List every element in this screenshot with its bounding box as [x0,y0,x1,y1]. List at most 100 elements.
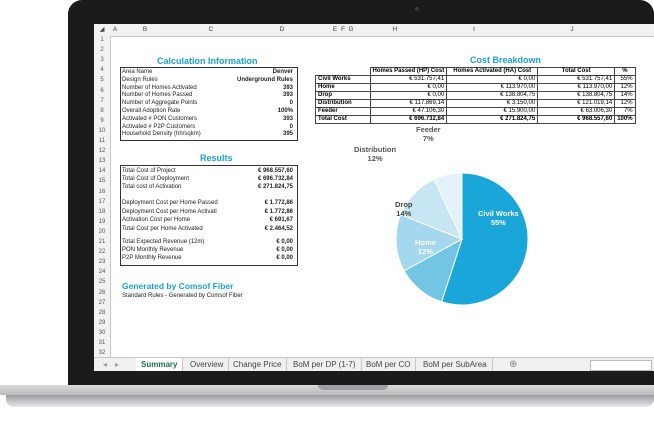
select-all-corner[interactable]: ◢ [95,24,109,36]
cell-label[interactable]: Household Density (hh/sqkm) [122,130,201,138]
cost-cell[interactable]: € 531.757,41 [369,75,448,84]
cell-label[interactable]: P2P Monthly Revenue [122,254,182,262]
cost-cell[interactable]: € 271.824,75 [446,115,539,124]
row-header[interactable]: 10 [94,128,110,134]
cell-label[interactable]: Total Cost per Home Activated [122,225,203,233]
col-header-i[interactable]: I [426,24,522,36]
row-header[interactable]: 25 [94,279,110,285]
cell-label[interactable]: Overall Adoption Rate [122,107,180,115]
row-header[interactable]: 24 [94,269,110,275]
scroll-tabs-right-icon[interactable]: ▸ [110,358,124,371]
cell-value[interactable]: Denver [273,68,293,76]
cell-value[interactable]: 100% [278,107,293,115]
cost-cell[interactable]: € 63.006,30 [537,107,616,116]
cell-label[interactable]: Number of Aggregate Points [122,99,197,107]
tab-bom-per-subarea[interactable]: BoM per SubArea [418,358,493,371]
cost-cell[interactable]: € 0,00 [369,91,448,100]
cost-cell[interactable]: € 138.804,75 [446,91,539,100]
cell-value[interactable]: € 1.772,86 [265,199,293,207]
cell-value[interactable]: 395 [283,130,293,138]
cost-cell[interactable]: 55% [614,75,636,84]
cell-label[interactable]: Total Cost of Project [122,167,176,175]
cost-row-label[interactable]: Distribution [315,99,371,108]
cell-label[interactable]: Deployment Cost per Home Passed [122,199,218,207]
cost-cell[interactable]: € 113.970,00 [537,83,616,92]
cell-label[interactable]: Total Expected Revenue (12m) [122,238,204,246]
row-header[interactable]: 8 [94,108,110,114]
row-header[interactable]: 1 [94,37,110,43]
tab-overview[interactable]: Overview [185,358,230,371]
cell-value[interactable]: € 2.464,52 [265,225,293,233]
cost-cell[interactable]: 7% [614,107,636,116]
cell-value[interactable]: 393 [283,115,293,123]
cell-value[interactable]: € 0,00 [276,238,293,246]
tab-summary[interactable]: Summary [136,358,184,371]
col-header-e[interactable]: E [331,24,339,36]
row-header[interactable]: 20 [94,229,110,235]
row-header[interactable]: 16 [94,189,110,195]
cost-cell[interactable]: € 531.757,41 [537,75,616,84]
cell-label[interactable]: PON Monthly Revenue [122,246,183,254]
row-header[interactable]: 31 [94,340,110,346]
cell-value[interactable]: € 696.732,84 [258,175,293,183]
cost-cell[interactable]: € 117.869,14 [369,99,448,108]
row-header[interactable]: 22 [94,249,110,255]
cost-cell[interactable]: € 113.970,00 [446,83,539,92]
row-header[interactable]: 7 [94,98,110,104]
cost-row-label[interactable]: Feeder [315,107,371,116]
row-header[interactable]: 18 [94,209,110,215]
cell-value[interactable]: 0 [290,99,293,107]
cell-label[interactable]: Area Name [122,68,152,76]
cell-label[interactable]: Total cost of Activation [122,183,181,191]
row-header[interactable]: 28 [94,310,110,316]
cell-value[interactable]: 0 [290,123,293,131]
tab-change-price[interactable]: Change Price [228,358,288,371]
cost-cell[interactable]: € 121.019,14 [537,99,616,108]
cost-cell[interactable]: € 0,00 [369,83,448,92]
cost-cell[interactable]: € 15.900,00 [446,107,539,116]
row-header[interactable]: 32 [94,350,110,356]
cell-value[interactable]: € 0,00 [276,246,293,254]
col-header-g[interactable]: G [347,24,355,36]
cost-cell[interactable]: 12% [614,99,636,108]
cost-cell[interactable]: € 968.557,60 [537,115,616,124]
cell-value[interactable]: 393 [283,91,293,99]
cost-cell[interactable]: € 0,00 [446,75,539,84]
row-header[interactable]: 21 [94,239,110,245]
row-header[interactable]: 29 [94,320,110,326]
cell-label[interactable]: Deployment Cost per Home Activati [122,208,217,216]
row-header[interactable]: 26 [94,290,110,296]
cost-row-label[interactable]: Civil Works [315,75,371,84]
row-header[interactable]: 11 [94,138,110,144]
row-header[interactable]: 23 [94,259,110,265]
tab-bom-per-co[interactable]: BoM per CO [361,358,417,371]
row-header[interactable]: 13 [94,158,110,164]
cost-cell[interactable]: 12% [614,83,636,92]
row-header[interactable]: 9 [94,118,110,124]
cell-value[interactable]: € 0,00 [276,254,293,262]
col-header-h[interactable]: H [364,24,426,36]
cell-value[interactable]: Underground Rules [237,76,293,84]
cell-value[interactable]: 393 [283,84,293,92]
cell-value[interactable]: € 1.772,86 [265,208,293,216]
row-header[interactable]: 15 [94,178,110,184]
row-header[interactable]: 2 [94,47,110,53]
cell-label[interactable]: Activation Cost per Home [122,216,190,224]
cost-cell[interactable]: 100% [614,115,636,124]
row-header[interactable]: 6 [94,88,110,94]
row-header[interactable]: 14 [94,168,110,174]
horizontal-scrollbar[interactable] [590,360,652,371]
cell-label[interactable]: Total Cost of Deployment [122,175,189,183]
cell-label[interactable]: Activated # P2P Customers [122,123,195,131]
cell-value[interactable]: € 271.824,75 [258,183,293,191]
row-header[interactable]: 27 [94,300,110,306]
col-header-f[interactable]: F [339,24,347,36]
row-header[interactable]: 4 [94,67,110,73]
add-sheet-icon[interactable]: ⊕ [504,358,522,371]
cost-cell[interactable]: € 138.804,75 [537,91,616,100]
cell-label[interactable]: Activated # PON Customers [122,115,197,123]
col-header-j[interactable]: J [532,24,612,36]
cost-row-label[interactable]: Total Cost [315,115,371,124]
cost-row-label[interactable]: Home [315,83,371,92]
cell-value[interactable]: € 691,67 [270,216,293,224]
